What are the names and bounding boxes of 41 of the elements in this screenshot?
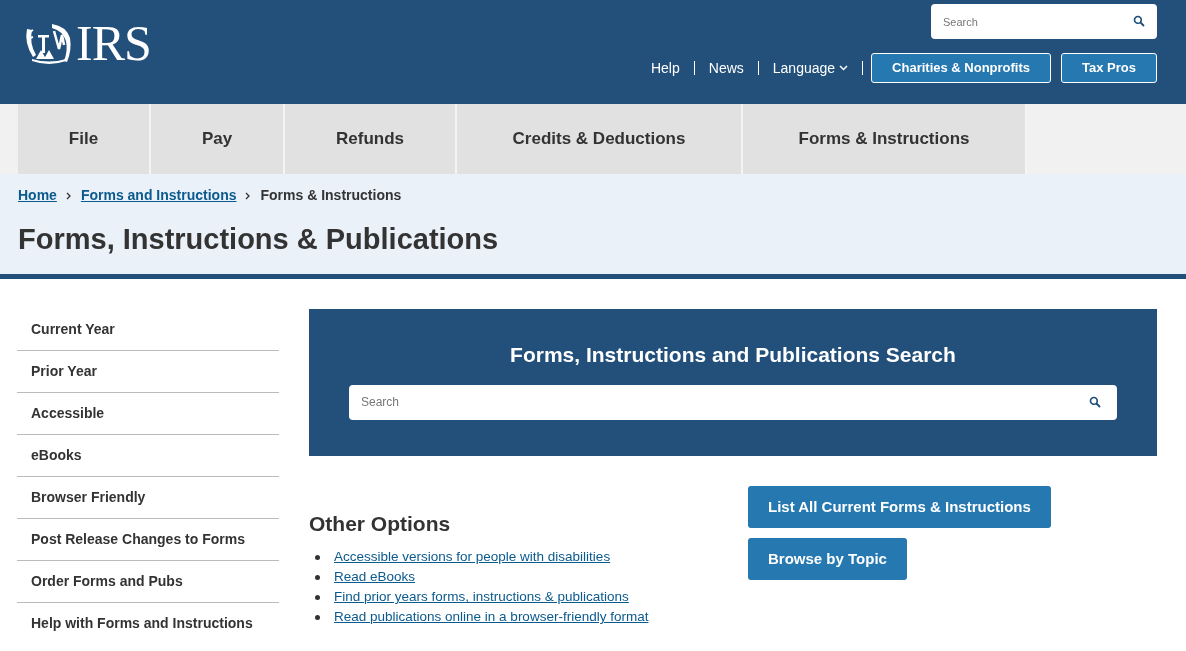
breadcrumb-current: Forms & Instructions <box>260 186 402 205</box>
bullet-icon <box>315 615 320 620</box>
chevron-right-icon <box>64 191 73 200</box>
search-field[interactable]: Search <box>349 384 1117 420</box>
logo-text[interactable]: IRS <box>76 18 151 68</box>
sidebar-item[interactable]: Browser Friendly <box>17 477 279 519</box>
nav-tab[interactable]: Pay <box>151 104 285 174</box>
option-link[interactable]: Accessible versions for people with disabilities <box>334 547 611 568</box>
nav-tab[interactable]: Refunds <box>285 104 457 174</box>
nav-tab[interactable]: Credits & Deductions <box>457 104 743 174</box>
option-link[interactable]: Read eBooks <box>334 567 416 588</box>
search-icon[interactable] <box>1089 395 1101 408</box>
sidebar-item[interactable]: Accessible <box>17 393 279 435</box>
header-link[interactable]: News <box>694 57 758 79</box>
sidebar-item[interactable]: Post Release Changes to Forms <box>17 519 279 561</box>
sidebar-item[interactable]: Prior Year <box>17 351 279 393</box>
section-heading: Other Options <box>309 511 452 537</box>
nav-tab[interactable]: File <box>18 104 151 174</box>
nav-tab[interactable]: Forms & Instructions <box>743 104 1027 174</box>
header-link[interactable]: Help <box>636 57 694 79</box>
search-panel-title: Forms, Instructions and Publications Search <box>510 342 956 368</box>
header-button[interactable]: Tax Pros <box>1061 53 1157 83</box>
search-icon[interactable] <box>1133 15 1145 27</box>
header-button[interactable]: Charities & Nonprofits <box>871 53 1052 83</box>
breadcrumb-link[interactable]: Home <box>18 185 57 206</box>
breadcrumb-link[interactable]: Forms and Instructions <box>80 185 237 206</box>
header-link[interactable]: Language <box>758 57 863 79</box>
bullet-icon <box>315 555 320 560</box>
sidebar-item[interactable]: Help with Forms and Instructions <box>17 603 279 644</box>
bullet-icon <box>315 595 320 600</box>
search-field[interactable]: Search <box>931 4 1157 39</box>
chevron-down-icon <box>839 65 849 71</box>
bullet-icon <box>315 575 320 580</box>
sidebar-item[interactable]: Order Forms and Pubs <box>17 561 279 603</box>
sidebar-item[interactable]: Current Year <box>17 309 279 351</box>
option-link[interactable]: Find prior years forms, instructions & publications <box>334 587 629 608</box>
action-button[interactable]: Browse by Topic <box>748 538 907 580</box>
page-title: Forms, Instructions & Publications <box>18 222 500 257</box>
action-button[interactable]: List All Current Forms & Instructions <box>748 486 1051 528</box>
sidebar-item[interactable]: eBooks <box>17 435 279 477</box>
option-link[interactable]: Read publications online in a browser-friendly format <box>334 607 649 628</box>
